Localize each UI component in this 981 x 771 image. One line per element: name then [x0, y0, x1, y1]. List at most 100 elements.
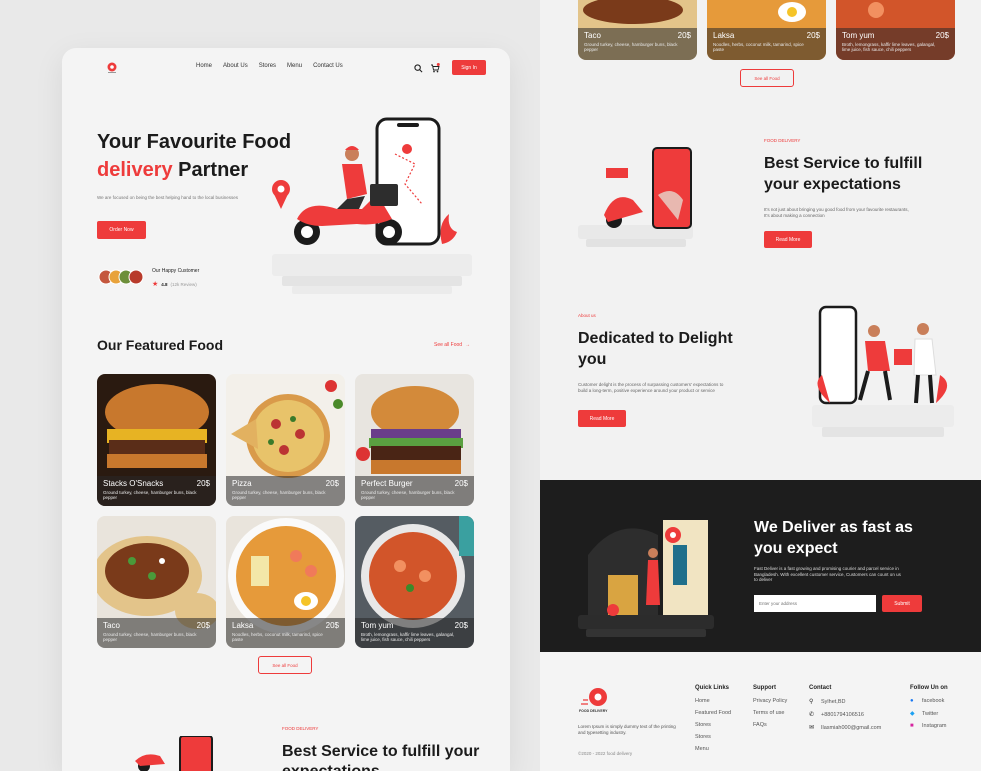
footer-link-home[interactable]: Home [695, 698, 731, 704]
food-card[interactable]: Perfect Burger 20$ Ground turkey, cheese… [355, 374, 474, 506]
food-price: 20$ [935, 31, 949, 40]
featured-food-grid: Stacks O'Snacks 20$ Ground turkey, chees… [97, 374, 475, 648]
footer-link-featured-food[interactable]: Featured Food [695, 710, 731, 716]
location-pin-icon: ⚲ [809, 699, 814, 705]
deliver-title: We Deliver as fast as you expect [754, 519, 913, 557]
scooter-phone-illustration [135, 736, 213, 771]
see-all-food-button[interactable]: See all Food [740, 69, 794, 87]
food-name: Pizza [232, 479, 252, 488]
hero-title-rest: Partner [172, 159, 249, 181]
handover-delivery-illustration [812, 305, 954, 437]
food-desc: Ground turkey, cheese, hamburger buns, b… [103, 632, 197, 642]
food-info: Laksa 20$ Noodles, herbs, coconut milk, … [707, 28, 826, 60]
arrow-right-icon: → [465, 342, 471, 348]
food-price: 20$ [196, 621, 210, 630]
see-all-food-button[interactable]: See all Food [258, 656, 312, 674]
contact-location: ⚲ Sylhet,BD [809, 698, 881, 706]
submit-button[interactable]: Submit [882, 595, 922, 612]
customer-rating: ★ 4.8 (12k Review) [152, 280, 197, 288]
food-price: 20$ [325, 621, 339, 630]
sign-in-button[interactable]: Sign In [452, 60, 486, 75]
nav-link-contact[interactable]: Contact Us [313, 63, 343, 69]
courier-city-illustration [578, 520, 714, 637]
food-info: Tom yum 20$ Broth, lemongrass, kaffir li… [836, 28, 955, 60]
food-price: 20$ [325, 479, 339, 488]
food-desc: Ground turkey, cheese, hamburger buns, b… [103, 490, 197, 500]
mail-icon: ✉ [809, 725, 815, 731]
footer-link-faqs[interactable]: FAQs [753, 722, 787, 728]
review-count: (12k Review) [170, 281, 197, 287]
food-card[interactable]: Laksa 20$ Noodles, herbs, coconut milk, … [707, 0, 826, 60]
footer-support: Support Privacy Policy Terms of use FAQs [753, 685, 787, 734]
left-service-title: Best Service to fulfill your expectation… [282, 743, 480, 771]
food-card[interactable]: Stacks O'Snacks 20$ Ground turkey, chees… [97, 374, 216, 506]
food-name: Perfect Burger [361, 479, 413, 488]
social-twitter[interactable]: ◆ Twitter [910, 710, 948, 718]
footer-copyright: ©2020 - 2022 food delivery [578, 751, 633, 756]
facebook-icon: ● [910, 698, 914, 704]
instagram-icon: ■ [910, 723, 914, 729]
social-instagram[interactable]: ■ Instagram [910, 723, 948, 729]
service-tag: FOOD DELIVERY [764, 138, 801, 143]
social-facebook-label: facebook [922, 698, 945, 704]
footer-link-menu[interactable]: Menu [695, 746, 731, 752]
address-input[interactable] [754, 595, 876, 612]
search-icon[interactable] [414, 64, 423, 73]
footer-link-terms[interactable]: Terms of use [753, 710, 787, 716]
social-twitter-label: Twitter [922, 710, 939, 717]
scooter-phone-illustration [578, 147, 693, 247]
food-desc: Broth, lemongrass, kaffir lime leaves, g… [361, 632, 455, 642]
food-name: Stacks O'Snacks [103, 479, 164, 488]
food-info: Laksa 20$ Noodles, herbs, coconut milk, … [226, 618, 345, 648]
logo-icon[interactable] [106, 62, 118, 74]
contact-email[interactable]: ✉ Ilasmiah000@gmail.com [809, 724, 881, 732]
about-read-more-button[interactable]: Read More [578, 410, 626, 427]
food-price: 20$ [677, 31, 691, 40]
food-card[interactable]: Taco 20$ Ground turkey, cheese, hamburge… [97, 516, 216, 648]
food-info: Tom yum 20$ Broth, lemongrass, kaffir li… [355, 618, 474, 648]
social-facebook[interactable]: ● facebook [910, 698, 948, 704]
scooter-delivery-illustration [272, 117, 472, 294]
customers-label: Our Happy Customer [152, 268, 200, 274]
food-price: 20$ [454, 621, 468, 630]
contact-phone-text: +8801794106516 [821, 711, 864, 718]
food-price: 20$ [196, 479, 210, 488]
food-desc: Noodles, herbs, coconut milk, tamarind, … [232, 632, 323, 642]
see-all-food-link[interactable]: See all Food → [434, 342, 470, 348]
food-card[interactable]: Tom yum 20$ Broth, lemongrass, kaffir li… [836, 0, 955, 60]
about-tag: About us [578, 313, 596, 318]
footer-link-stores-2[interactable]: Stores [695, 734, 731, 740]
food-price: 20$ [454, 479, 468, 488]
hero-title-highlight: delivery [97, 159, 173, 181]
right-food-cards: Taco 20$ Ground turkey, cheese, hamburge… [578, 0, 956, 60]
footer-quick-links: Quick Links Home Featured Food Stores St… [695, 685, 731, 758]
food-info: Stacks O'Snacks 20$ Ground turkey, chees… [97, 476, 216, 506]
food-card[interactable]: Pizza 20$ Ground turkey, cheese, hamburg… [226, 374, 345, 506]
order-now-button[interactable]: Order Now [97, 221, 146, 239]
nav-link-stores[interactable]: Stores [259, 63, 276, 69]
footer-link-stores[interactable]: Stores [695, 722, 731, 728]
nav-link-menu[interactable]: Menu [287, 63, 302, 69]
follow-heading: Follow Un on [910, 685, 948, 691]
see-all-food-link-label: See all Food [434, 342, 463, 348]
nav-link-about[interactable]: About Us [223, 63, 248, 69]
food-desc: Noodles, herbs, coconut milk, tamarind, … [713, 42, 804, 52]
phone-icon: ✆ [809, 712, 815, 718]
nav-link-home[interactable]: Home [196, 63, 212, 69]
food-name: Tom yum [361, 621, 394, 630]
customer-avatars [98, 269, 144, 285]
food-name: Taco [103, 621, 120, 630]
food-card[interactable]: Tom yum 20$ Broth, lemongrass, kaffir li… [355, 516, 474, 648]
food-card[interactable]: Laksa 20$ Noodles, herbs, coconut milk, … [226, 516, 345, 648]
food-desc: Ground turkey, cheese, hamburger buns, b… [361, 490, 455, 500]
rating-value: 4.8 [161, 281, 168, 287]
cart-icon[interactable] [430, 63, 440, 73]
food-info: Taco 20$ Ground turkey, cheese, hamburge… [578, 28, 697, 60]
deliver-text: Fast Deliver is a fast growing and promi… [754, 566, 901, 582]
food-card[interactable]: Taco 20$ Ground turkey, cheese, hamburge… [578, 0, 697, 60]
contact-phone[interactable]: ✆ +8801794106516 [809, 711, 881, 719]
service-read-more-button[interactable]: Read More [764, 231, 812, 248]
footer-link-privacy[interactable]: Privacy Policy [753, 698, 787, 704]
food-name: Laksa [232, 621, 254, 630]
food-desc: Broth, lemongrass, kaffir lime leaves, g… [842, 42, 936, 52]
